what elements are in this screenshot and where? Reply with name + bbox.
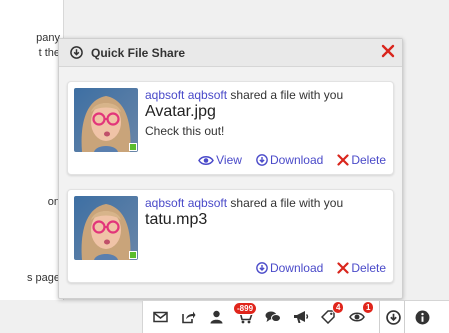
view-label: View	[216, 153, 242, 167]
card-actions: View Download Delete	[198, 153, 386, 167]
mail-icon	[153, 311, 168, 323]
views-count-badge: 1	[362, 301, 375, 314]
eye-icon	[349, 312, 365, 322]
file-name: Avatar.jpg	[145, 103, 216, 120]
download-circle-icon	[256, 262, 268, 274]
toolbar-views-button[interactable]: 1	[343, 301, 375, 333]
background-text: t the	[38, 47, 60, 59]
toolbar-share-button[interactable]	[175, 301, 201, 333]
cart-count-badge: -899	[233, 302, 258, 315]
delete-x-icon	[337, 154, 349, 166]
chat-icon	[265, 311, 281, 322]
sender-link[interactable]: aqbsoft aqbsoft	[145, 88, 227, 102]
bottom-toolbar: -899 4 1	[142, 300, 449, 333]
download-label: Download	[269, 261, 324, 275]
megaphone-icon	[294, 311, 309, 323]
share-notice-text: shared a file with you	[227, 196, 344, 210]
sender-link[interactable]: aqbsoft aqbsoft	[145, 196, 227, 210]
online-status-indicator	[129, 251, 137, 259]
share-card: aqbsoft aqbsoft shared a file with you A…	[67, 81, 394, 175]
delete-label: Delete	[351, 261, 386, 275]
toolbar-user-button[interactable]	[203, 301, 229, 333]
share-card: aqbsoft aqbsoft shared a file with you t…	[67, 189, 394, 283]
toolbar-chat-button[interactable]	[259, 301, 285, 333]
download-circle-icon	[386, 310, 401, 325]
online-status-indicator	[129, 143, 137, 151]
download-circle-icon	[256, 154, 268, 166]
file-name: tatu.mp3	[145, 211, 208, 228]
toolbar-mail-button[interactable]	[147, 301, 173, 333]
panel-header: Quick File Share	[59, 39, 402, 67]
quick-file-share-panel: Quick File Share aqbsoft aqbsoft shared …	[58, 38, 403, 299]
close-icon[interactable]	[381, 44, 395, 58]
view-button[interactable]: View	[198, 153, 242, 167]
info-icon	[415, 310, 430, 325]
share-notice-text: shared a file with you	[227, 88, 344, 102]
user-icon	[210, 310, 223, 324]
toolbar-tags-button[interactable]: 4	[315, 301, 345, 333]
background-text: pany	[36, 32, 60, 44]
card-actions: Download Delete	[256, 261, 386, 275]
share-icon	[182, 311, 196, 324]
panel-title: Quick File Share	[91, 46, 186, 60]
share-notice: aqbsoft aqbsoft shared a file with you	[145, 88, 343, 102]
download-label: Download	[269, 153, 324, 167]
delete-x-icon	[337, 262, 349, 274]
delete-button[interactable]: Delete	[337, 153, 386, 167]
delete-button[interactable]: Delete	[337, 261, 386, 275]
toolbar-info-button[interactable]	[409, 301, 435, 333]
share-message: Check this out!	[145, 124, 225, 138]
delete-label: Delete	[351, 153, 386, 167]
background-sidebar: pany t the on s page	[0, 0, 64, 300]
toolbar-cart-button[interactable]: -899	[231, 301, 258, 333]
background-text: s page	[26, 272, 60, 284]
toolbar-file-share-button[interactable]	[379, 301, 405, 333]
download-button[interactable]: Download	[256, 261, 323, 275]
share-notice: aqbsoft aqbsoft shared a file with you	[145, 196, 343, 210]
toolbar-announce-button[interactable]	[287, 301, 313, 333]
download-circle-icon	[70, 46, 83, 59]
download-button[interactable]: Download	[256, 153, 323, 167]
eye-icon	[198, 155, 215, 165]
